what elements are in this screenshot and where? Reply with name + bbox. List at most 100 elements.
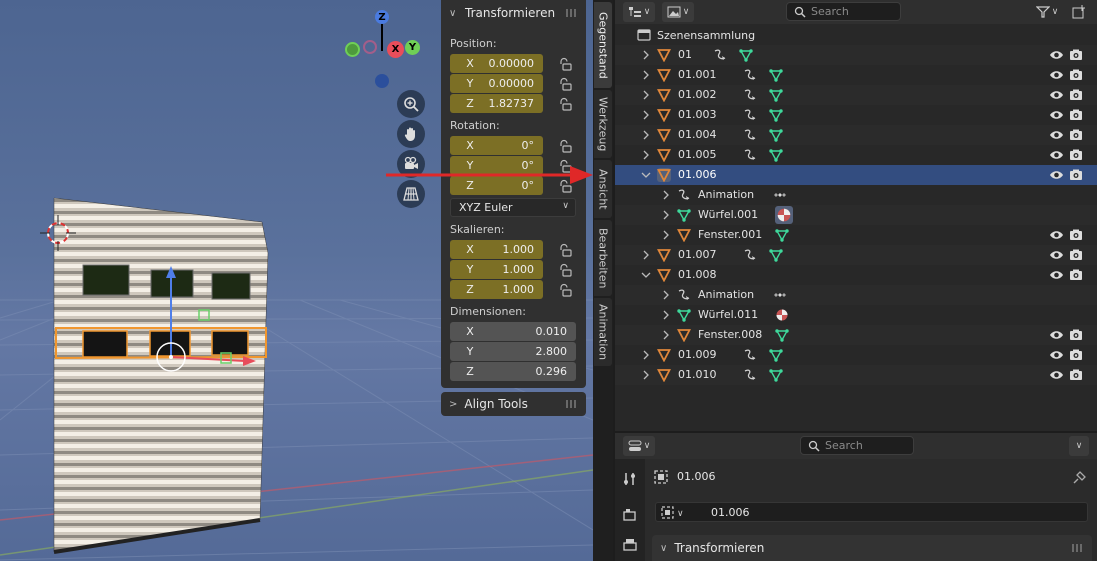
tool-icon[interactable] (622, 471, 638, 487)
object-icon[interactable] (657, 248, 671, 263)
eye-icon[interactable] (1049, 328, 1064, 342)
action-icon[interactable] (773, 288, 787, 302)
camera-render-icon[interactable] (1069, 68, 1083, 82)
outliner-row-w-rfel-001[interactable]: Würfel.001 (615, 205, 1097, 225)
drag-grip-icon[interactable] (1072, 544, 1084, 552)
mesh-data-icon[interactable] (775, 328, 789, 342)
filter-dropdown[interactable]: ∨ (1031, 2, 1063, 22)
dimensions-y-field[interactable]: Y 2.800 (450, 342, 576, 361)
object-name-field[interactable]: ∨ 01.006 (655, 502, 1088, 522)
dimensions-x-field[interactable]: X 0.010 (450, 322, 576, 341)
outliner-row-01-004[interactable]: 01.004 (615, 125, 1097, 145)
mesh-data-icon[interactable] (769, 108, 783, 122)
position-x-field[interactable]: X 0.00000 (450, 54, 543, 73)
animation-data-icon[interactable] (743, 348, 757, 362)
chevron-right-icon[interactable] (661, 330, 671, 340)
lock-icon[interactable] (558, 77, 572, 91)
mesh-data-icon[interactable] (769, 128, 783, 142)
eye-icon[interactable] (1049, 368, 1064, 382)
chevron-right-icon[interactable] (661, 290, 671, 300)
camera-render-icon[interactable] (1069, 48, 1083, 62)
mesh-data-icon[interactable] (769, 368, 783, 382)
chevron-down-icon[interactable] (641, 170, 651, 180)
lock-icon[interactable] (558, 283, 572, 297)
mesh-data-icon[interactable] (775, 228, 789, 242)
outliner-row-01-007[interactable]: 01.007 (615, 245, 1097, 265)
eye-icon[interactable] (1049, 48, 1064, 62)
camera-render-icon[interactable] (1069, 268, 1083, 282)
outliner-row-fenster-001[interactable]: Fenster.001 (615, 225, 1097, 245)
new-collection-button[interactable] (1069, 2, 1089, 22)
lock-icon[interactable] (558, 243, 572, 257)
eye-icon[interactable] (1049, 148, 1064, 162)
animation-data-icon[interactable] (713, 48, 727, 62)
object-icon[interactable] (657, 88, 671, 103)
scene-collection-row[interactable]: Szenensammlung (615, 25, 1097, 45)
camera-render-icon[interactable] (1069, 228, 1083, 242)
lock-icon[interactable] (558, 97, 572, 111)
chevron-right-icon[interactable] (661, 230, 671, 240)
chevron-right-icon[interactable] (641, 90, 651, 100)
object-icon[interactable] (657, 128, 671, 143)
transform-panel-header[interactable]: ∨ Transformieren (441, 0, 586, 26)
lock-icon[interactable] (558, 263, 572, 277)
eye-icon[interactable] (1049, 348, 1064, 362)
object-icon[interactable] (657, 168, 671, 183)
tab-gegenstand[interactable]: Gegenstand (594, 2, 612, 88)
object-icon[interactable] (657, 268, 671, 283)
camera-render-icon[interactable] (1069, 168, 1083, 182)
camera-render-icon[interactable] (1069, 128, 1083, 142)
chevron-right-icon[interactable] (641, 130, 651, 140)
rotation-mode-select[interactable]: XYZ Euler ∨ (450, 198, 576, 217)
outliner-row-fenster-008[interactable]: Fenster.008 (615, 325, 1097, 345)
outliner-row-01-001[interactable]: 01.001 (615, 65, 1097, 85)
chevron-right-icon[interactable] (641, 250, 651, 260)
object-icon[interactable] (677, 328, 691, 343)
eye-icon[interactable] (1049, 248, 1064, 262)
material-icon[interactable] (775, 206, 793, 224)
chevron-down-icon[interactable] (641, 270, 651, 280)
chevron-right-icon[interactable] (661, 310, 671, 320)
animation-icon[interactable] (677, 288, 691, 302)
render-icon[interactable] (622, 507, 638, 523)
gizmo-neg-z[interactable] (375, 74, 389, 88)
scale-y-field[interactable]: Y 1.000 (450, 260, 543, 279)
object-icon[interactable] (657, 68, 671, 83)
drag-grip-icon[interactable] (566, 400, 578, 408)
object-icon[interactable] (657, 108, 671, 123)
gizmo-neg-y[interactable] (345, 42, 360, 57)
eye-icon[interactable] (1049, 268, 1064, 282)
eye-icon[interactable] (1049, 88, 1064, 102)
outliner-row-w-rfel-011[interactable]: Würfel.011 (615, 305, 1097, 325)
tab-werkzeug[interactable]: Werkzeug (594, 90, 612, 158)
chevron-right-icon[interactable] (641, 350, 651, 360)
object-icon[interactable] (657, 48, 671, 63)
mesh-data-icon[interactable] (677, 208, 691, 222)
tab-bearbeiten[interactable]: Bearbeiten (594, 220, 612, 296)
mesh-data-icon[interactable] (769, 68, 783, 82)
filter-view-dropdown[interactable]: ∨ (662, 2, 694, 22)
pan-button[interactable] (397, 120, 425, 148)
camera-render-icon[interactable] (1069, 148, 1083, 162)
outliner-row-01-010[interactable]: 01.010 (615, 365, 1097, 385)
outliner-row-01-009[interactable]: 01.009 (615, 345, 1097, 365)
3d-viewport[interactable]: Z X Y ∨ Transformieren Position: X 0.000… (0, 0, 593, 561)
animation-data-icon[interactable] (743, 128, 757, 142)
gizmo-y[interactable]: Y (405, 40, 420, 55)
gizmo-x[interactable]: X (387, 41, 404, 58)
animation-icon[interactable] (677, 188, 691, 202)
animation-data-icon[interactable] (743, 248, 757, 262)
camera-render-icon[interactable] (1069, 248, 1083, 262)
tab-ansicht[interactable]: Ansicht (594, 160, 612, 218)
object-icon[interactable] (657, 368, 671, 383)
eye-icon[interactable] (1049, 128, 1064, 142)
chevron-right-icon[interactable] (641, 110, 651, 120)
zoom-button[interactable] (397, 90, 425, 118)
scale-x-field[interactable]: X 1.000 (450, 240, 543, 259)
dimensions-z-field[interactable]: Z 0.296 (450, 362, 576, 381)
eye-icon[interactable] (1049, 168, 1064, 182)
camera-render-icon[interactable] (1069, 328, 1083, 342)
position-y-field[interactable]: Y 0.00000 (450, 74, 543, 93)
mesh-data-icon[interactable] (739, 48, 753, 62)
chevron-right-icon[interactable] (641, 150, 651, 160)
